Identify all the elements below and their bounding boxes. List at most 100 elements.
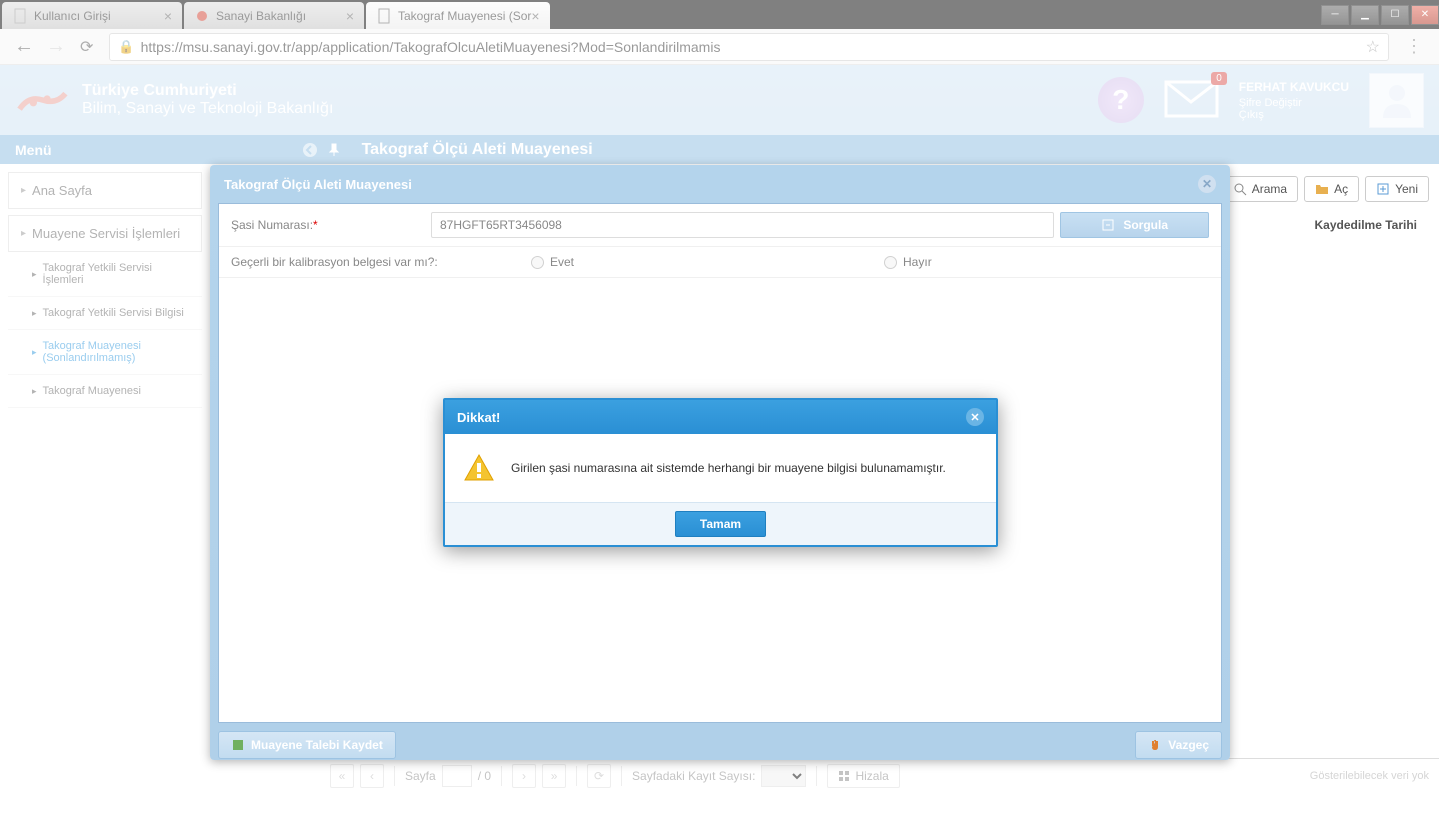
page-size-select[interactable] [761, 765, 806, 787]
close-icon[interactable]: × [346, 8, 354, 24]
last-page-button[interactable]: » [542, 764, 566, 788]
menu-bar: Menü Takograf Ölçü Aleti Muayenesi [0, 135, 1439, 164]
page-total: / 0 [478, 769, 491, 783]
back-icon[interactable]: ← [14, 35, 34, 58]
browser-tab[interactable]: Sanayi Bakanlığı × [184, 2, 364, 29]
button-label: Yeni [1395, 182, 1418, 196]
count-label: Sayfadaki Kayıt Sayısı: [632, 769, 755, 783]
button-label: Arama [1252, 182, 1287, 196]
query-button[interactable]: Sorgula [1060, 212, 1209, 238]
sidebar-item-label: Muayene Servisi İşlemleri [32, 226, 180, 241]
file-icon [12, 8, 28, 24]
url-input[interactable]: 🔒 https://msu.sanayi.gov.tr/app/applicat… [109, 33, 1389, 61]
alert-message: Girilen şasi numarasına ait sistemde her… [511, 461, 946, 475]
bookmark-icon[interactable]: ☆ [1366, 37, 1380, 57]
new-button[interactable]: Yeni [1365, 176, 1429, 202]
help-icon[interactable]: ? [1098, 77, 1144, 123]
logout-link[interactable]: Çıkış [1239, 109, 1349, 121]
cancel-button[interactable]: Vazgeç [1135, 731, 1222, 759]
browser-tab[interactable]: Kullanıcı Girişi × [2, 2, 182, 29]
alert-title: Dikkat! [457, 410, 500, 425]
forward-icon[interactable]: → [46, 35, 66, 58]
chevron-right-icon: ▸ [32, 386, 37, 397]
panel-close-icon[interactable]: ✕ [1198, 175, 1216, 193]
grid-icon [838, 770, 850, 782]
user-name: FERHAT KAVUKCU [1239, 80, 1349, 94]
prev-page-button[interactable]: ‹ [360, 764, 384, 788]
page-label: Sayfa [405, 769, 436, 783]
sidebar-sub-item[interactable]: ▸ Takograf Yetkili Servisi Bilgisi [8, 297, 202, 330]
mail-icon[interactable]: 0 [1164, 80, 1219, 121]
save-request-button[interactable]: Muayene Talebi Kaydet [218, 731, 396, 759]
sidebar-sub-item[interactable]: ▸Takograf Yetkili Servisi İşlemleri [8, 252, 202, 297]
calibration-label: Geçerli bir kalibrasyon belgesi var mı?: [231, 255, 531, 269]
lock-icon: 🔒 [118, 39, 134, 55]
chevron-right-icon: ▸ [32, 269, 37, 280]
avatar[interactable] [1369, 73, 1424, 128]
chevron-right-icon: ▸ [21, 185, 26, 196]
warning-icon [463, 452, 495, 484]
first-page-button[interactable]: « [330, 764, 354, 788]
button-label: Hizala [855, 769, 888, 783]
chassis-input[interactable] [431, 212, 1054, 238]
maximize-button[interactable]: ☐ [1381, 5, 1409, 25]
sidebar-item-label: Ana Sayfa [32, 183, 92, 198]
radio-yes[interactable]: Evet [531, 255, 574, 269]
new-icon [1376, 182, 1390, 196]
minimize-button[interactable]: ─ [1321, 5, 1349, 25]
file-icon [376, 8, 392, 24]
close-window-button[interactable]: ✕ [1411, 5, 1439, 25]
close-icon[interactable]: × [164, 8, 172, 24]
sidebar-sub-item-active[interactable]: ▸ Takograf Muayenesi (Sonlandırılmamış) [8, 330, 202, 375]
chevron-right-icon: ▸ [32, 308, 37, 319]
kebab-menu-icon[interactable]: ⋮ [1405, 36, 1423, 57]
sidebar-sub-item[interactable]: ▸ Takograf Muayenesi [8, 375, 202, 408]
sidebar-item-label: Takograf Yetkili Servisi Bilgisi [43, 307, 184, 319]
toolbar: Arama Aç Yeni [1222, 176, 1429, 202]
button-label: Vazgeç [1168, 738, 1209, 752]
user-block: FERHAT KAVUKCU Şifre Değiştir Çıkış [1239, 80, 1349, 121]
align-button[interactable]: Hizala [827, 764, 899, 788]
org-title: Türkiye Cumhuriyeti Bilim, Sanayi ve Tek… [82, 82, 333, 118]
sidebar-item-label: Takograf Muayenesi (Sonlandırılmamış) [43, 340, 190, 364]
chevron-right-icon: ▸ [32, 347, 37, 358]
ok-button[interactable]: Tamam [675, 511, 766, 537]
button-label: Sorgula [1123, 218, 1168, 232]
pin-icon[interactable] [326, 142, 342, 158]
chassis-row: Şasi Numarası:* Sorgula [219, 204, 1221, 247]
menu-label[interactable]: Menü [15, 142, 52, 158]
tab-title: Kullanıcı Girişi [34, 9, 111, 23]
nav-back-group [302, 142, 342, 158]
open-button[interactable]: Aç [1304, 176, 1359, 202]
save-icon [231, 738, 245, 752]
url-text: https://msu.sanayi.gov.tr/app/applicatio… [141, 39, 721, 55]
panel-footer: Muayene Talebi Kaydet Vazgeç [210, 723, 1230, 767]
change-password-link[interactable]: Şifre Değiştir [1239, 97, 1349, 109]
search-button[interactable]: Arama [1222, 176, 1298, 202]
page-input[interactable] [442, 765, 472, 787]
calibration-row: Geçerli bir kalibrasyon belgesi var mı?:… [219, 247, 1221, 278]
sidebar-item-label: Takograf Muayenesi [43, 385, 141, 397]
sidebar-group[interactable]: ▸Muayene Servisi İşlemleri [8, 215, 202, 252]
alert-body: Girilen şasi numarasına ait sistemde her… [445, 434, 996, 502]
column-header[interactable]: Kaydedilme Tarihi [1303, 212, 1429, 238]
button-label: Muayene Talebi Kaydet [251, 738, 383, 752]
pager-empty-text: Gösterilebilecek veri yok [1310, 770, 1429, 782]
tab-title: Sanayi Bakanlığı [216, 9, 306, 23]
browser-tab-active[interactable]: Takograf Muayenesi (Sor × [366, 2, 550, 29]
tab-title: Takograf Muayenesi (Sor [398, 9, 531, 23]
next-page-button[interactable]: › [512, 764, 536, 788]
folder-icon [1315, 182, 1329, 196]
page-title: Takograf Ölçü Aleti Muayenesi [362, 141, 593, 159]
close-icon[interactable]: × [531, 8, 539, 24]
reload-icon[interactable]: ⟳ [80, 37, 93, 57]
nav-back-icon[interactable] [302, 142, 318, 158]
radio-label: Hayır [903, 255, 932, 269]
button-label: Aç [1334, 182, 1348, 196]
org-line1: Türkiye Cumhuriyeti [82, 82, 333, 100]
radio-no[interactable]: Hayır [884, 255, 932, 269]
sidebar-home[interactable]: ▸ Ana Sayfa [8, 172, 202, 209]
alert-close-icon[interactable]: ✕ [966, 408, 984, 426]
minimize2-button[interactable]: ▁ [1351, 5, 1379, 25]
refresh-button[interactable]: ⟳ [587, 764, 611, 788]
